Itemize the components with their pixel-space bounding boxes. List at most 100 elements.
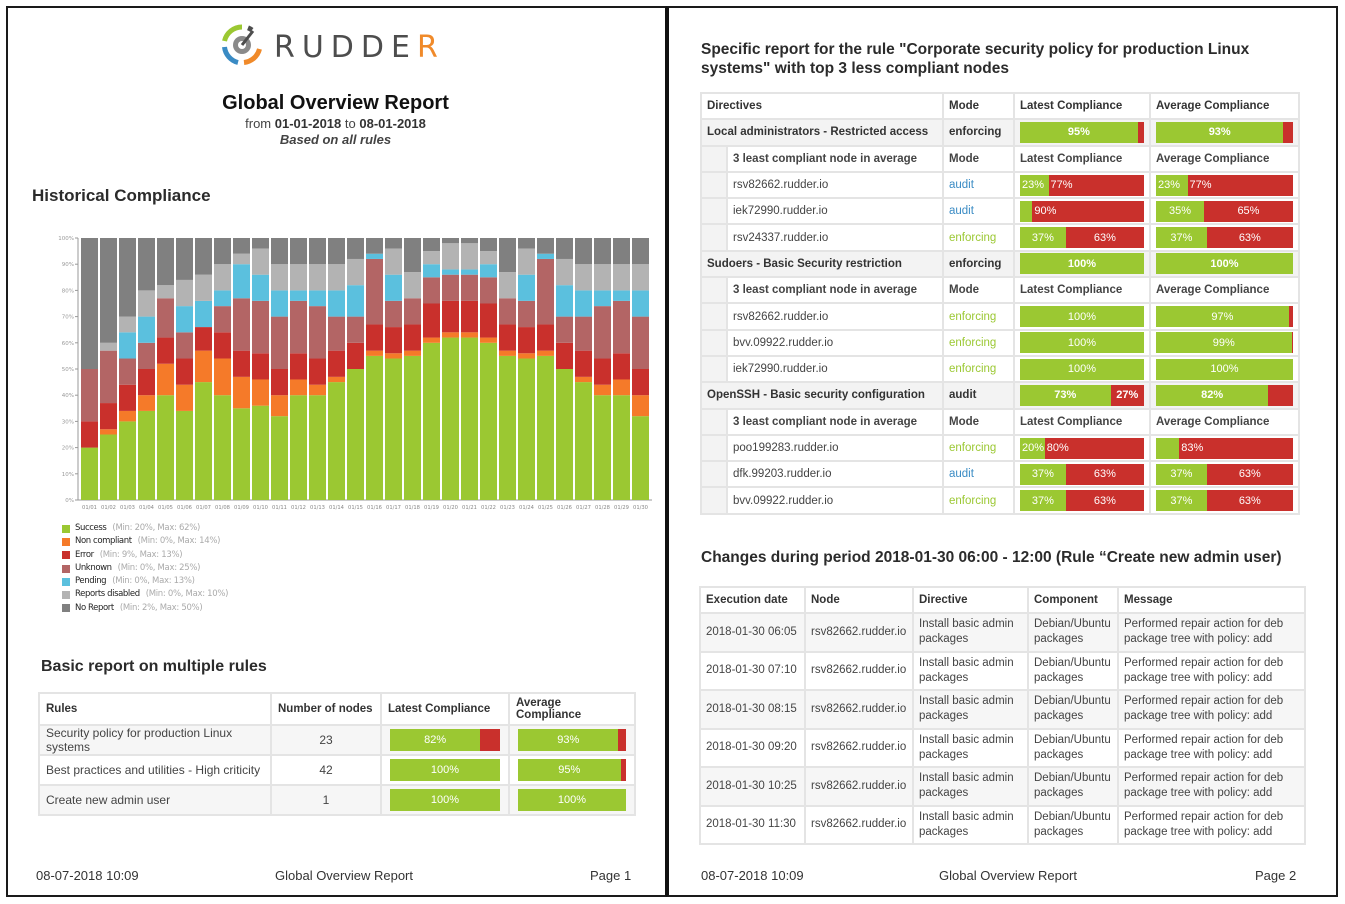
bar-pending-01-16 bbox=[366, 253, 383, 259]
bar-reports-disabled-01-03 bbox=[119, 316, 136, 333]
bar-pending-01-08 bbox=[214, 290, 231, 307]
bar-no-report-01-23 bbox=[499, 238, 516, 273]
bar-error-01-24 bbox=[518, 327, 535, 354]
compliant-segment: 100% bbox=[390, 789, 500, 811]
component-name: Debian/Ubuntu packages bbox=[1027, 612, 1119, 653]
node-name: rsv82662.rudder.io bbox=[726, 170, 944, 200]
report-basis: Based on all rules bbox=[279, 132, 392, 147]
bar-error-01-02 bbox=[100, 403, 117, 430]
directive-name: OpenSSH - Basic security configuration bbox=[700, 381, 944, 410]
latest-compliance-cell: 100% bbox=[380, 754, 510, 786]
bar-reports-disabled-01-09 bbox=[233, 253, 250, 265]
node-name: rsv82662.rudder.io bbox=[726, 302, 944, 331]
directive-row: Sudoers - Basic Security restriction enfo… bbox=[700, 249, 1300, 279]
bar-reports-disabled-01-06 bbox=[176, 279, 193, 307]
bar-non-compliant-01-18 bbox=[404, 350, 421, 356]
average-compliance-cell: 37% 63% bbox=[1149, 223, 1300, 252]
bar-success-01-08 bbox=[214, 395, 231, 500]
node-row: dfk.99203.rudder.io audit 37% 63% 37% 63% bbox=[700, 460, 1300, 489]
node-subheader-mode: Mode bbox=[942, 144, 1015, 173]
bar-unknown-01-21 bbox=[461, 274, 478, 301]
footer-date: 08-07-2018 10:09 bbox=[36, 868, 139, 883]
component-name: Debian/Ubuntu packages bbox=[1027, 727, 1119, 768]
bar-no-report-01-11 bbox=[271, 238, 288, 265]
bar-unknown-01-11 bbox=[271, 316, 288, 369]
latest-compliance-cell: 100% bbox=[1013, 249, 1151, 279]
bar-error-01-28 bbox=[594, 358, 611, 385]
bar-no-report-01-09 bbox=[233, 238, 250, 254]
bar-unknown-01-04 bbox=[138, 342, 155, 369]
changes-table: Execution date Node Directive Component … bbox=[699, 586, 1306, 845]
average-compliance-cell: 82% bbox=[1149, 381, 1300, 410]
x-tick-label: 01/03 bbox=[120, 505, 135, 511]
bar-error-01-25 bbox=[537, 324, 554, 351]
bar-success-01-11 bbox=[271, 416, 288, 500]
x-tick-label: 01/30 bbox=[633, 505, 648, 511]
node-subheader-title: 3 least compliant node in average bbox=[726, 144, 944, 173]
bar-success-01-23 bbox=[499, 355, 516, 500]
rudder-gear-logo-icon bbox=[220, 23, 264, 72]
directive-mode: enforcing bbox=[942, 249, 1015, 279]
bar-non-compliant-01-09 bbox=[233, 376, 250, 409]
bar-success-01-30 bbox=[632, 416, 649, 500]
bar-pending-01-10 bbox=[252, 274, 269, 301]
compliant-segment: 73% bbox=[1020, 384, 1111, 406]
bar-error-01-30 bbox=[632, 369, 649, 396]
bar-error-01-10 bbox=[252, 353, 269, 380]
indent-cell bbox=[700, 354, 728, 384]
footer-title: Global Overview Report bbox=[275, 868, 413, 883]
node-name: bvv.09922.rudder.io bbox=[726, 328, 944, 357]
bar-success-01-28 bbox=[594, 395, 611, 500]
directive-name: Install basic admin packages bbox=[912, 689, 1029, 730]
node-subheader-average: Average Compliance bbox=[1149, 407, 1300, 436]
latest-compliance-cell: 82% bbox=[380, 724, 510, 756]
table-row: 2018-01-30 06:05 rsv82662.rudder.io Instal… bbox=[699, 612, 1306, 653]
specific-report-table: Directives Mode Latest Compliance Averag… bbox=[700, 91, 1300, 515]
node-name: rsv82662.rudder.io bbox=[804, 612, 914, 653]
x-tick-label: 01/12 bbox=[291, 505, 306, 511]
legend-range: (Min: 0%, Max: 14%) bbox=[137, 536, 221, 547]
average-compliance-bar: 23% 77% bbox=[1156, 174, 1293, 196]
bar-no-report-01-07 bbox=[195, 238, 212, 275]
non-compliant-segment bbox=[1137, 121, 1144, 143]
y-tick-label: 30% bbox=[62, 419, 74, 425]
chart-legend: Success (Min: 20%, Max: 62%) Non compliant… bbox=[62, 522, 229, 615]
non-compliant-segment: 90% bbox=[1032, 200, 1144, 222]
bar-non-compliant-01-20 bbox=[442, 332, 459, 338]
bar-no-report-01-28 bbox=[594, 238, 611, 265]
x-tick-label: 01/26 bbox=[557, 505, 572, 511]
compliant-segment bbox=[1020, 200, 1033, 222]
non-compliant-segment: 63% bbox=[1206, 463, 1293, 485]
average-compliance-cell: 93% bbox=[1149, 118, 1300, 147]
non-compliant-segment bbox=[1291, 332, 1293, 354]
bar-no-report-01-18 bbox=[404, 238, 421, 273]
non-compliant-segment bbox=[480, 729, 500, 751]
compliant-segment bbox=[1156, 437, 1180, 459]
table-header-row: Directives Mode Latest Compliance Averag… bbox=[700, 91, 1300, 121]
bar-success-01-20 bbox=[442, 337, 459, 500]
footer-page-number: Page 1 bbox=[590, 868, 632, 883]
latest-compliance-cell: 73% 27% bbox=[1013, 381, 1151, 410]
basic-report-table: Rules Number of nodes Latest Compliance … bbox=[38, 692, 636, 816]
bar-non-compliant-01-14 bbox=[328, 376, 345, 383]
bar-success-01-15 bbox=[347, 369, 364, 500]
bar-pending-01-17 bbox=[385, 274, 402, 301]
bar-error-01-17 bbox=[385, 327, 402, 354]
average-compliance-bar: 97% bbox=[1156, 306, 1293, 328]
node-subheader-mode: Mode bbox=[942, 276, 1015, 305]
average-compliance-cell: 35% 65% bbox=[1149, 197, 1300, 226]
latest-compliance-cell: 37% 63% bbox=[1013, 223, 1151, 252]
node-subheader-row: 3 least compliant node in average Mode Lat… bbox=[700, 144, 1300, 173]
bar-pending-01-30 bbox=[632, 290, 649, 317]
directive-name: Local administrators - Restricted access bbox=[700, 118, 944, 147]
indent-cell bbox=[700, 276, 728, 305]
header-average-compliance: Average Compliance bbox=[508, 692, 636, 726]
node-row: bvv.09922.rudder.io enforcing 37% 63% 37% 63% bbox=[700, 486, 1300, 515]
bar-non-compliant-01-23 bbox=[499, 350, 516, 356]
bar-pending-01-15 bbox=[347, 285, 364, 317]
directive-mode: audit bbox=[942, 381, 1015, 410]
legend-label: No Report bbox=[75, 602, 114, 613]
bar-error-01-05 bbox=[157, 337, 174, 364]
bar-non-compliant-01-28 bbox=[594, 384, 611, 396]
bar-no-report-01-27 bbox=[575, 238, 592, 265]
